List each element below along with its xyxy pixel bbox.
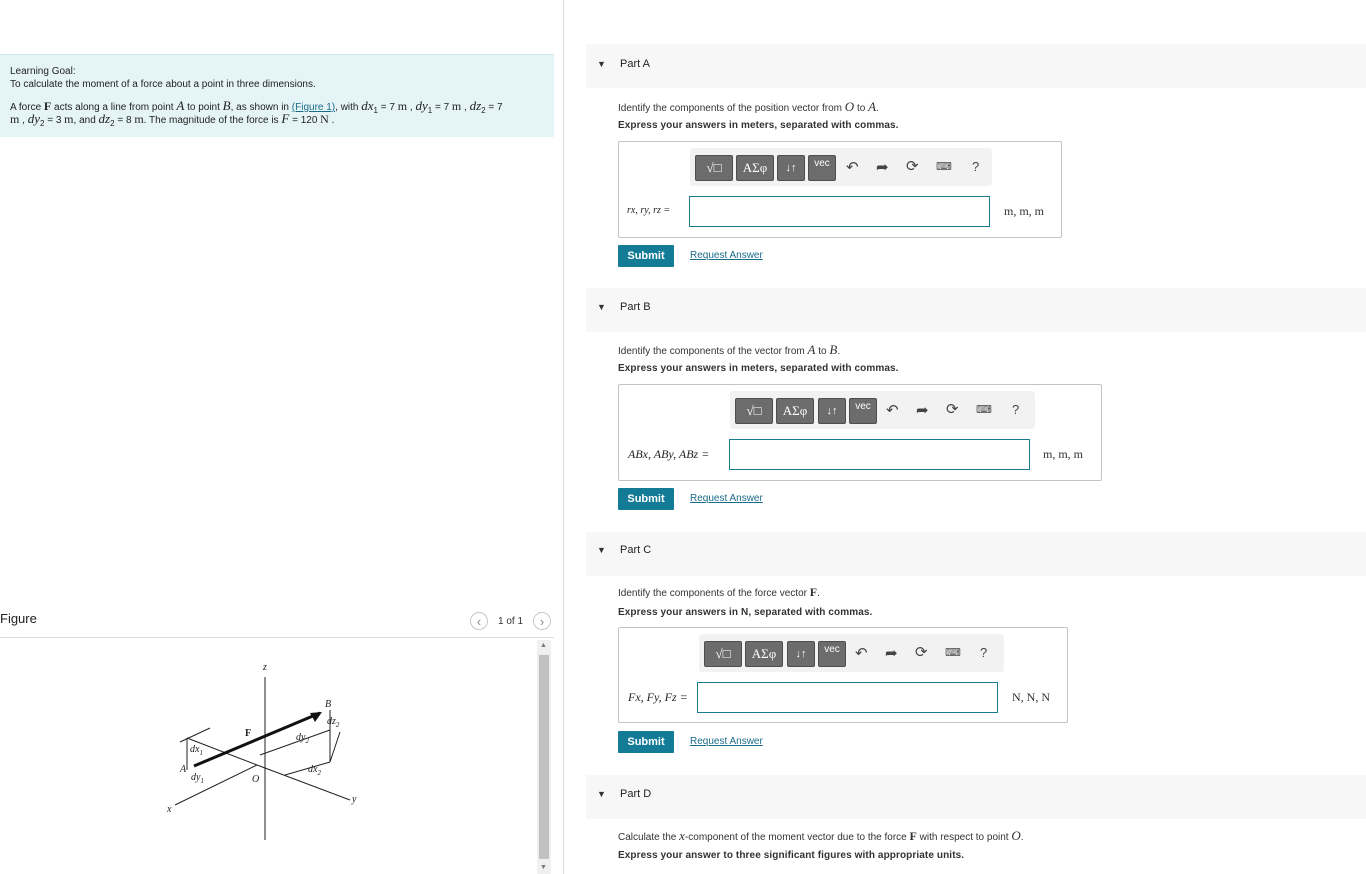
part-b-header[interactable]: [586, 288, 1366, 332]
keyboard-icon[interactable]: ⌨: [976, 403, 992, 416]
arrows-button[interactable]: ↓↑: [818, 398, 846, 424]
part-b-answer-label: ABx, ABy, ABz =: [628, 447, 710, 461]
redo-icon[interactable]: ➦: [885, 644, 898, 662]
greek-button[interactable]: ΑΣφ: [736, 155, 774, 181]
collapse-caret-icon[interactable]: ▼: [597, 302, 606, 312]
label-x: x: [166, 804, 172, 815]
part-b-title: Part B: [620, 301, 651, 313]
label-dx1: dx1: [190, 744, 203, 757]
part-a-units: m, m, m: [1004, 204, 1045, 218]
learning-goal-subtitle: To calculate the moment of a force about…: [10, 79, 316, 90]
arrows-button[interactable]: ↓↑: [777, 155, 805, 181]
part-c-request-answer-link[interactable]: Request Answer: [690, 736, 763, 747]
chevron-right-icon[interactable]: ›: [533, 612, 551, 630]
y-axis: [256, 764, 351, 801]
help-button[interactable]: ?: [980, 645, 987, 660]
part-a-answer-input[interactable]: [689, 196, 990, 227]
part-d-express: Express your answer to three significant…: [618, 850, 965, 861]
label-z: z: [262, 662, 267, 673]
redo-icon[interactable]: ➦: [876, 158, 889, 176]
label-F: F: [245, 728, 251, 739]
part-a-request-answer-link[interactable]: Request Answer: [690, 250, 763, 261]
figure-pager: 1 of 1: [498, 616, 524, 627]
part-c-header[interactable]: [586, 532, 1366, 576]
x-axis: [174, 764, 258, 806]
label-y: y: [351, 794, 357, 805]
part-b-units: m, m, m: [1043, 447, 1084, 461]
part-b-submit-button[interactable]: Submit: [618, 488, 674, 510]
part-a-submit-button[interactable]: Submit: [618, 245, 674, 267]
part-a-instruction: Identify the components of the position …: [618, 99, 879, 114]
undo-icon[interactable]: ↶: [886, 401, 899, 419]
part-d-title: Part D: [620, 788, 652, 800]
help-button[interactable]: ?: [1012, 402, 1019, 417]
reset-icon[interactable]: ⟳: [946, 400, 959, 418]
templates-button[interactable]: √□: [735, 398, 773, 424]
part-a-express: Express your answers in meters, separate…: [618, 120, 899, 131]
part-c-express: Express your answers in N, separated wit…: [618, 607, 873, 618]
label-dy1: dy1: [191, 772, 204, 785]
part-a-header[interactable]: [586, 44, 1366, 88]
templates-button[interactable]: √□: [695, 155, 733, 181]
part-b-answer-input[interactable]: [729, 439, 1030, 470]
force-diagram: z B dz2 F dy2 dx1 A dy1 O dx2 y x: [166, 662, 357, 840]
help-button[interactable]: ?: [972, 159, 979, 174]
reset-icon[interactable]: ⟳: [906, 157, 919, 175]
problem-statement-line2: m , dy2 = 3 m, and dz2 = 8 m. The magnit…: [10, 111, 335, 128]
figure-separator: [0, 637, 554, 638]
figure-scrollbar-thumb[interactable]: [539, 655, 549, 859]
greek-button[interactable]: ΑΣφ: [776, 398, 814, 424]
part-c-title: Part C: [620, 544, 652, 556]
vec-button[interactable]: vec: [849, 398, 877, 424]
learning-goal-heading: Learning Goal:: [10, 66, 76, 77]
reset-icon[interactable]: ⟳: [915, 643, 928, 661]
vec-button[interactable]: vec: [818, 641, 846, 667]
redo-icon[interactable]: ➦: [916, 401, 929, 419]
vec-button[interactable]: vec: [808, 155, 836, 181]
arrows-button[interactable]: ↓↑: [787, 641, 815, 667]
label-A: A: [179, 764, 187, 775]
label-B: B: [325, 699, 331, 710]
collapse-caret-icon[interactable]: ▼: [597, 545, 606, 555]
label-dy2: dy2: [296, 732, 309, 745]
collapse-caret-icon[interactable]: ▼: [597, 59, 606, 69]
collapse-caret-icon[interactable]: ▼: [597, 789, 606, 799]
label-dz2: dz2: [327, 716, 340, 729]
part-a-title: Part A: [620, 58, 650, 70]
scroll-up-icon[interactable]: ▲: [540, 642, 547, 649]
part-c-submit-button[interactable]: Submit: [618, 731, 674, 753]
keyboard-icon[interactable]: ⌨: [945, 646, 961, 659]
scroll-down-icon[interactable]: ▼: [540, 864, 547, 871]
chevron-left-icon[interactable]: ‹: [470, 612, 488, 630]
templates-button[interactable]: √□: [704, 641, 742, 667]
label-O: O: [252, 774, 259, 785]
part-c-answer-input[interactable]: [697, 682, 998, 713]
part-c-instruction: Identify the components of the force vec…: [618, 585, 820, 599]
undo-icon[interactable]: ↶: [846, 158, 859, 176]
part-b-instruction: Identify the components of the vector fr…: [618, 342, 841, 357]
part-c-units: N, N, N: [1012, 690, 1050, 704]
figure-title: Figure: [0, 611, 37, 626]
keyboard-icon[interactable]: ⌨: [936, 160, 952, 173]
panel-divider: [563, 0, 564, 874]
part-c-answer-label: Fx, Fy, Fz =: [628, 690, 688, 704]
part-d-header[interactable]: [586, 775, 1366, 819]
part-b-request-answer-link[interactable]: Request Answer: [690, 493, 763, 504]
part-d-instruction: Calculate the x-component of the moment …: [618, 828, 1024, 843]
part-b-express: Express your answers in meters, separate…: [618, 363, 899, 374]
part-a-answer-label: rx, ry, rz =: [627, 205, 671, 216]
undo-icon[interactable]: ↶: [855, 644, 868, 662]
greek-button[interactable]: ΑΣφ: [745, 641, 783, 667]
label-dx2: dx2: [308, 764, 321, 777]
